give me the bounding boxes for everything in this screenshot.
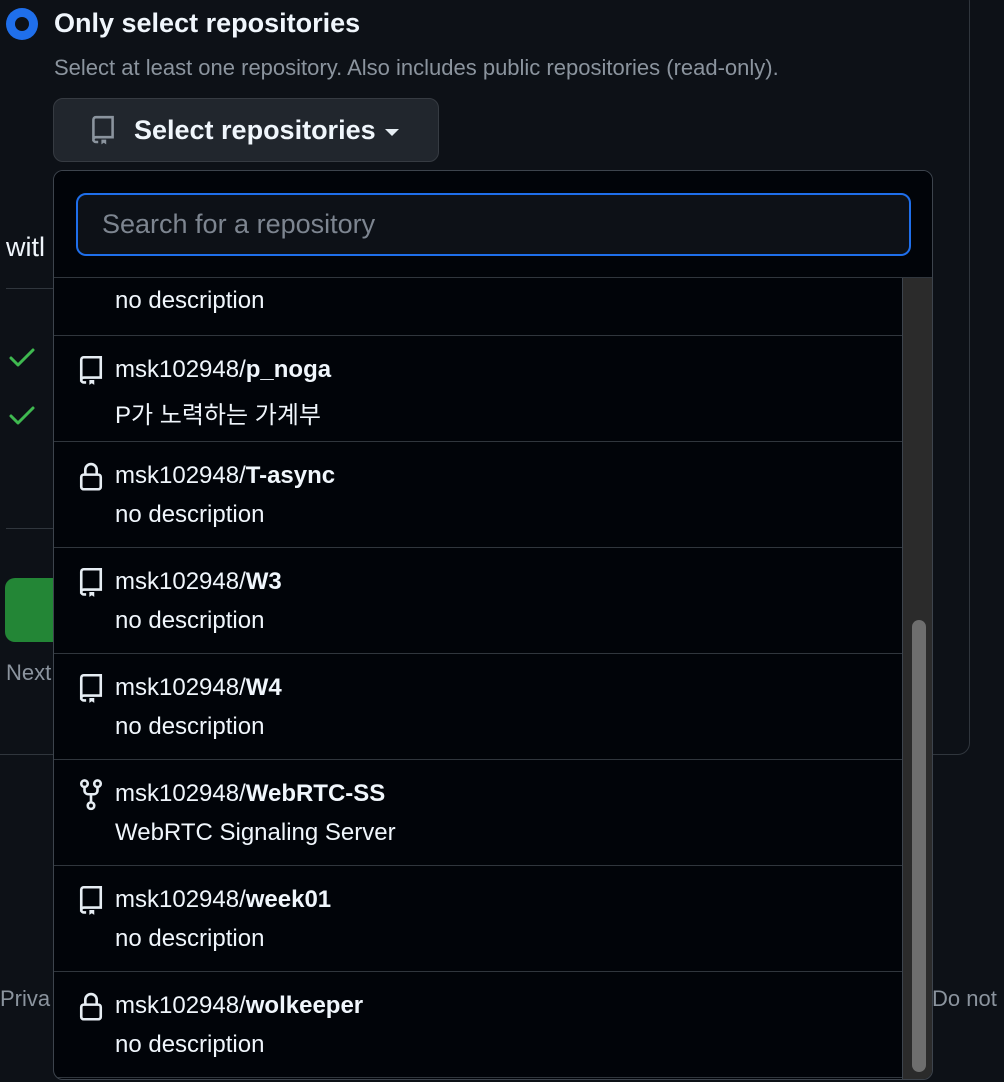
- repo-title: W3: [245, 568, 282, 595]
- list-item[interactable]: msk102948/wolkeeper no description: [54, 972, 902, 1078]
- scrollbar-thumb[interactable]: [912, 620, 926, 1072]
- repo-name: msk102948/W4: [115, 674, 282, 702]
- repo-name: msk102948/WebRTC-SS: [115, 780, 385, 808]
- repo-icon: [78, 354, 104, 386]
- lock-icon: [78, 460, 104, 492]
- repo-description: no description: [115, 925, 265, 952]
- repository-dropdown: no description msk102948/p_noga P가 노력하는 가…: [53, 170, 933, 1080]
- caret-down-icon: [384, 128, 399, 136]
- repo-description: no description: [115, 713, 265, 740]
- repo-owner: msk102948/: [115, 568, 246, 595]
- repo-items: msk102948/p_noga P가 노력하는 가계부 msk102948/T-a…: [54, 336, 902, 1078]
- list-item[interactable]: no description: [54, 278, 902, 336]
- select-repositories-button[interactable]: Select repositories: [53, 98, 439, 162]
- search-input[interactable]: [76, 193, 911, 256]
- lock-icon: [78, 990, 104, 1022]
- list-item[interactable]: msk102948/p_noga P가 노력하는 가계부: [54, 336, 902, 442]
- list-item[interactable]: msk102948/WebRTC-SS WebRTC Signaling Serv…: [54, 760, 902, 866]
- select-repositories-label: Select repositories: [134, 114, 376, 145]
- page: Only select repositories Select at least…: [0, 0, 1004, 1082]
- repo-icon: [78, 884, 104, 916]
- repo-icon: [78, 566, 104, 598]
- repo-name: msk102948/p_noga: [115, 356, 331, 384]
- repo-owner: msk102948/: [115, 886, 246, 913]
- repo-title: week01: [245, 886, 332, 913]
- repo-name: msk102948/week01: [115, 886, 331, 914]
- repo-owner: msk102948/: [115, 780, 246, 807]
- repo-title: T-async: [245, 462, 336, 489]
- repo-title: W4: [245, 674, 282, 701]
- only-select-repos-radio[interactable]: [6, 8, 38, 40]
- scrollbar[interactable]: [902, 278, 932, 1079]
- repository-list: no description msk102948/p_noga P가 노력하는 가…: [54, 278, 902, 1079]
- list-item[interactable]: msk102948/W4 no description: [54, 654, 902, 760]
- repo-description: P가 노력하는 가계부: [115, 402, 321, 429]
- fork-icon: [78, 778, 104, 811]
- search-header: [54, 171, 932, 278]
- repo-name: msk102948/W3: [115, 568, 282, 596]
- repo-title: wolkeeper: [245, 992, 364, 1019]
- background-heading-fragment: witl: [6, 232, 45, 262]
- list-item[interactable]: msk102948/T-async no description: [54, 442, 902, 548]
- repo-icon: [78, 672, 104, 704]
- repo-name: msk102948/T-async: [115, 462, 335, 490]
- repo-owner: msk102948/: [115, 674, 246, 701]
- option-title: Only select repositories: [54, 8, 361, 38]
- radio-dot: [15, 17, 29, 31]
- footer-link-privacy-fragment[interactable]: Priva: [0, 986, 50, 1012]
- list-item[interactable]: msk102948/W3 no description: [54, 548, 902, 654]
- option-description: Select at least one repository. Also inc…: [54, 55, 779, 80]
- repo-description: no description: [115, 501, 265, 528]
- repo-icon: [92, 115, 114, 145]
- repo-description: no description: [115, 607, 265, 634]
- divider: [6, 288, 56, 289]
- divider: [6, 528, 56, 529]
- repo-owner: msk102948/: [115, 992, 246, 1019]
- repo-description: WebRTC Signaling Server: [115, 819, 396, 846]
- repo-owner: msk102948/: [115, 356, 246, 383]
- repo-name: msk102948/wolkeeper: [115, 992, 363, 1020]
- list-item[interactable]: msk102948/week01 no description: [54, 866, 902, 972]
- repo-owner: msk102948/: [115, 462, 246, 489]
- check-icon: [9, 406, 35, 425]
- repo-title: WebRTC-SS: [245, 780, 386, 807]
- repo-description: no description: [115, 287, 265, 314]
- check-icon: [9, 348, 35, 367]
- repo-title: p_noga: [245, 356, 332, 383]
- repo-description: no description: [115, 1031, 265, 1058]
- background-next-fragment: Next: [6, 660, 52, 685]
- footer-link-donot-fragment[interactable]: Do not: [932, 986, 997, 1012]
